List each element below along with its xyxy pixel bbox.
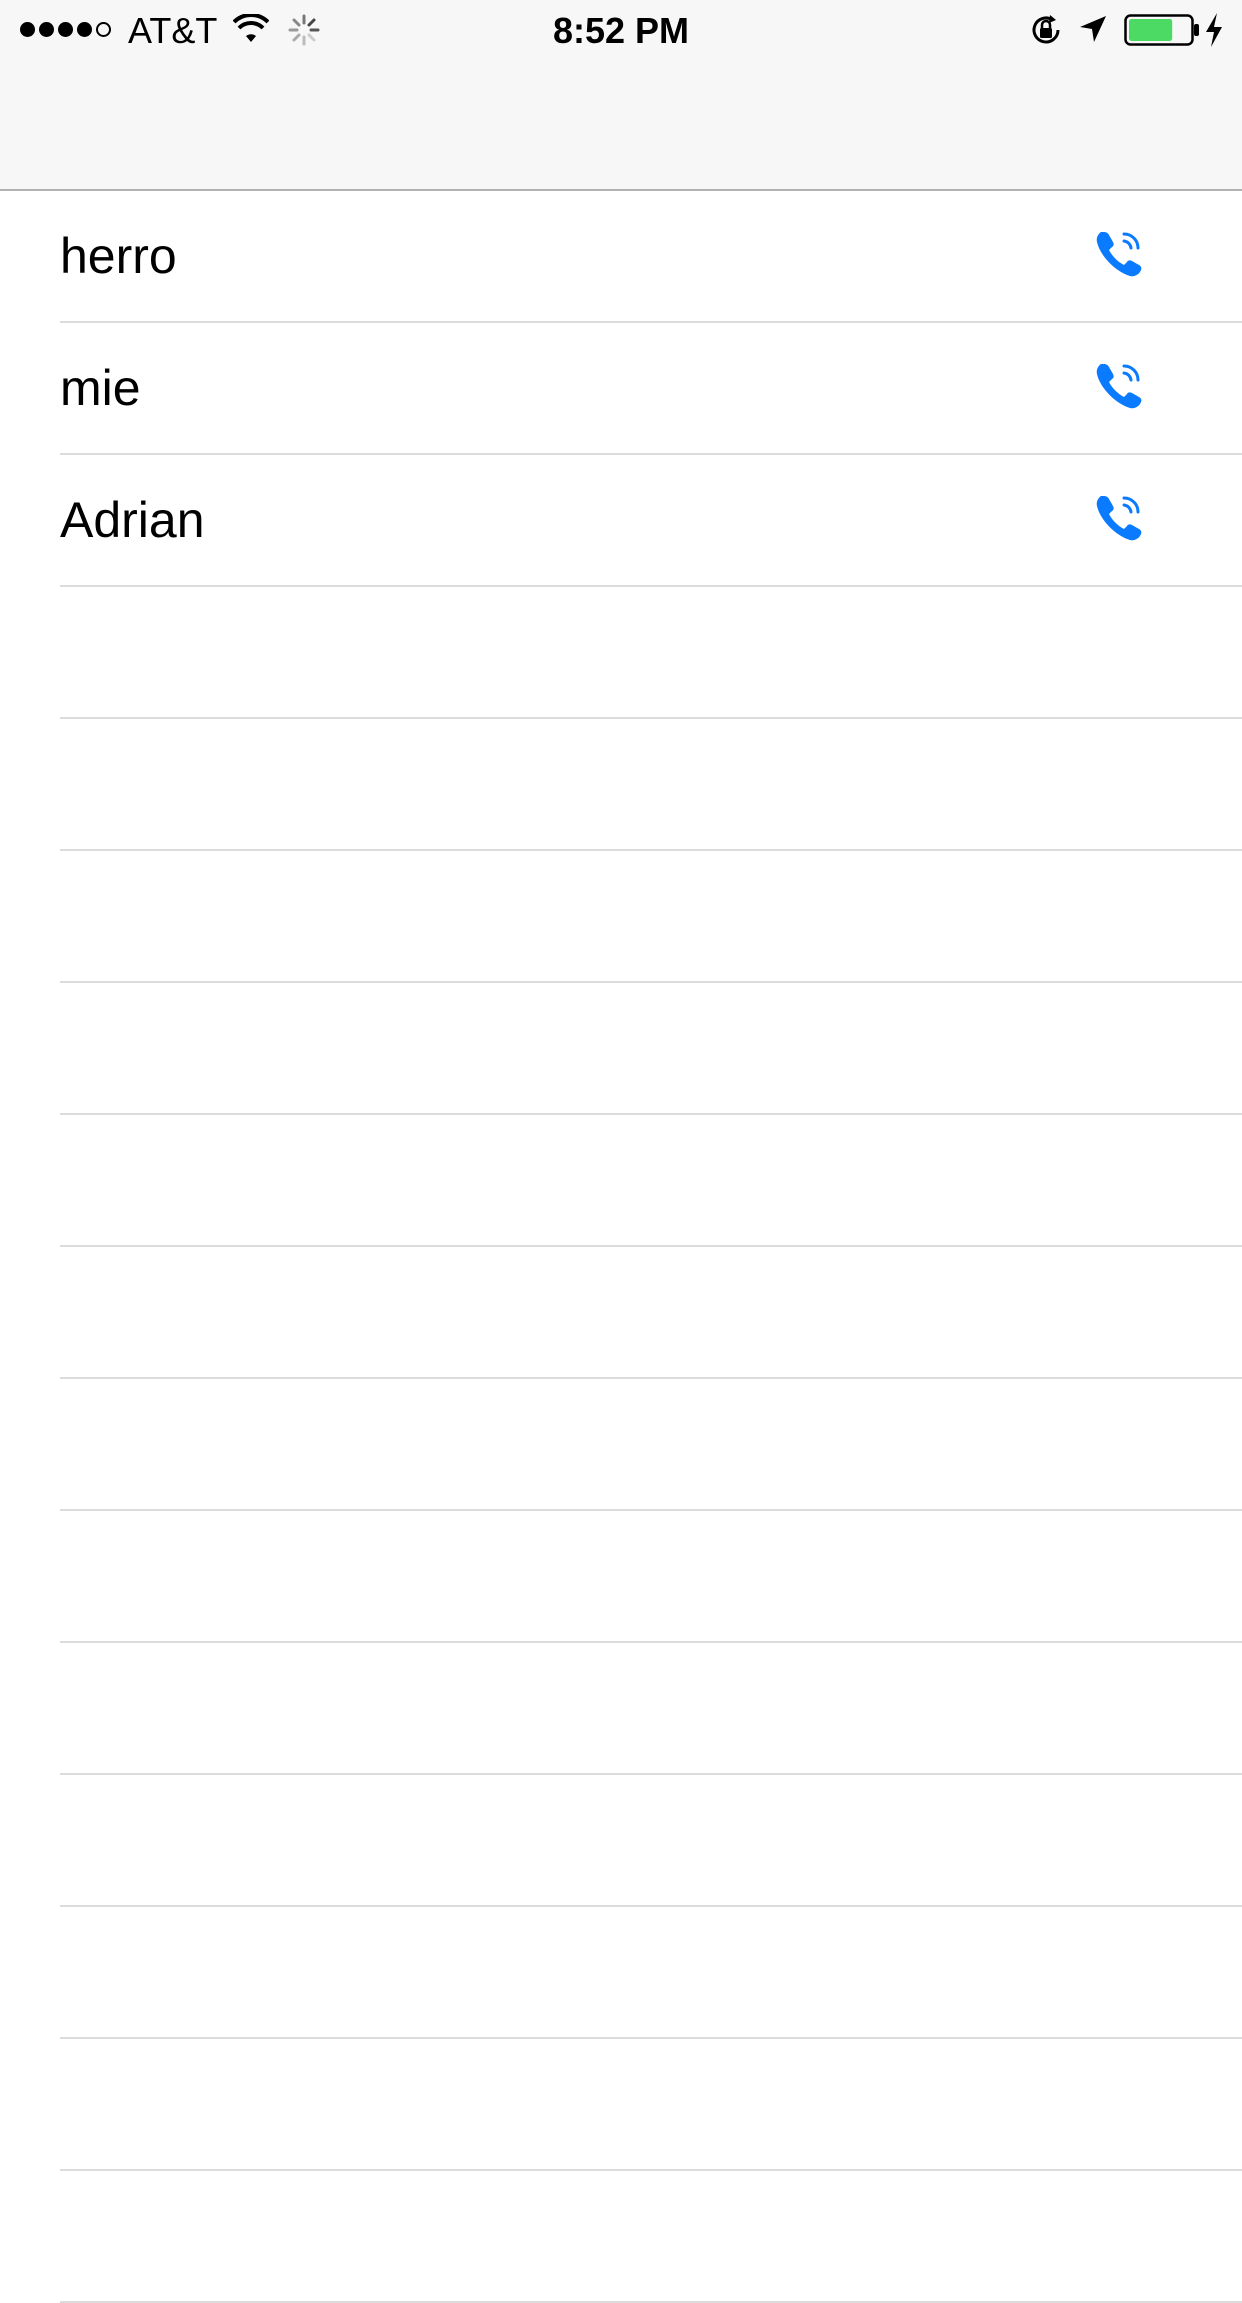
rotation-lock-icon [1032,15,1060,44]
empty-row [0,1775,1242,1907]
contact-name: mie [60,360,141,416]
empty-row [0,1379,1242,1511]
phone-call-icon [1096,232,1142,277]
contact-name: Adrian [60,492,205,548]
empty-row [0,1643,1242,1775]
phone-call-icon [1096,496,1142,541]
empty-row [0,1247,1242,1379]
empty-row [0,851,1242,983]
status-bar: AT&T 8:52 PM [0,0,1242,60]
phone-call-icon [1096,364,1142,409]
empty-row [0,2171,1242,2303]
call-button[interactable] [1090,487,1150,549]
battery-fill [1129,19,1173,41]
list-item[interactable]: Adrian [0,455,1242,587]
list-item[interactable]: herro [0,191,1242,323]
battery-icon [1124,14,1199,46]
list-item[interactable]: mie [0,323,1242,455]
call-button[interactable] [1090,355,1150,417]
top-bar: AT&T 8:52 PM [0,0,1242,191]
contact-list: herro mie Adrian [0,191,1242,2303]
empty-row [0,1907,1242,2039]
empty-row [0,1511,1242,1643]
empty-row [0,587,1242,719]
empty-row [0,2039,1242,2171]
empty-row [0,983,1242,1115]
empty-row [0,719,1242,851]
location-arrow-icon [1080,16,1106,42]
empty-row [0,1115,1242,1247]
call-button[interactable] [1090,223,1150,285]
charging-bolt-icon [1206,13,1222,47]
contact-name: herro [60,228,177,284]
